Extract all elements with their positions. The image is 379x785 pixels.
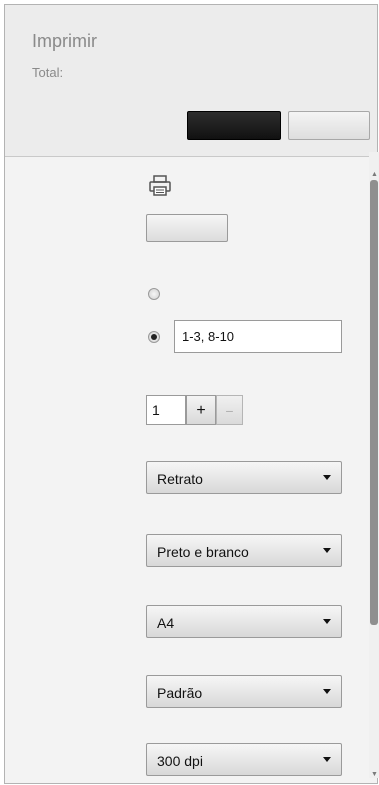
chevron-down-icon bbox=[323, 689, 331, 694]
printer-icon bbox=[149, 175, 171, 196]
pages-range-input[interactable] bbox=[174, 320, 342, 353]
paper-size-select[interactable]: A4 bbox=[146, 605, 342, 638]
color-select[interactable]: Preto e branco bbox=[146, 534, 342, 567]
cancel-button[interactable] bbox=[288, 111, 370, 140]
copies-input[interactable] bbox=[146, 395, 186, 425]
paper-size-select-value: A4 bbox=[157, 615, 175, 631]
pages-all-radio[interactable] bbox=[148, 288, 160, 300]
layout-select-value: Retrato bbox=[157, 471, 203, 487]
scroll-up-icon[interactable]: ▲ bbox=[371, 171, 378, 178]
chevron-down-icon bbox=[323, 619, 331, 624]
scroll-down-icon[interactable]: ▼ bbox=[371, 771, 378, 778]
print-header: Imprimir Total: bbox=[5, 5, 377, 157]
layout-select[interactable]: Retrato bbox=[146, 461, 342, 494]
print-dialog: Imprimir Total: bbox=[4, 4, 378, 784]
margins-select[interactable]: Padrão bbox=[146, 675, 342, 708]
print-button[interactable] bbox=[187, 111, 281, 140]
copies-increment-button[interactable]: + bbox=[186, 395, 216, 425]
dialog-title: Imprimir bbox=[32, 31, 97, 51]
pages-custom-radio[interactable] bbox=[148, 331, 160, 343]
margins-select-value: Padrão bbox=[157, 685, 203, 701]
chevron-down-icon bbox=[323, 475, 331, 480]
change-destination-button[interactable] bbox=[146, 214, 228, 242]
chevron-down-icon bbox=[323, 548, 331, 553]
chevron-down-icon bbox=[323, 757, 331, 762]
quality-select-value: 300 dpi bbox=[157, 753, 203, 769]
total-label: Total: bbox=[32, 65, 64, 80]
scrollbar-thumb[interactable] bbox=[370, 180, 378, 625]
quality-select[interactable]: 300 dpi bbox=[146, 743, 342, 776]
color-select-value: Preto e branco bbox=[157, 544, 249, 560]
copies-decrement-button[interactable]: − bbox=[216, 395, 243, 425]
